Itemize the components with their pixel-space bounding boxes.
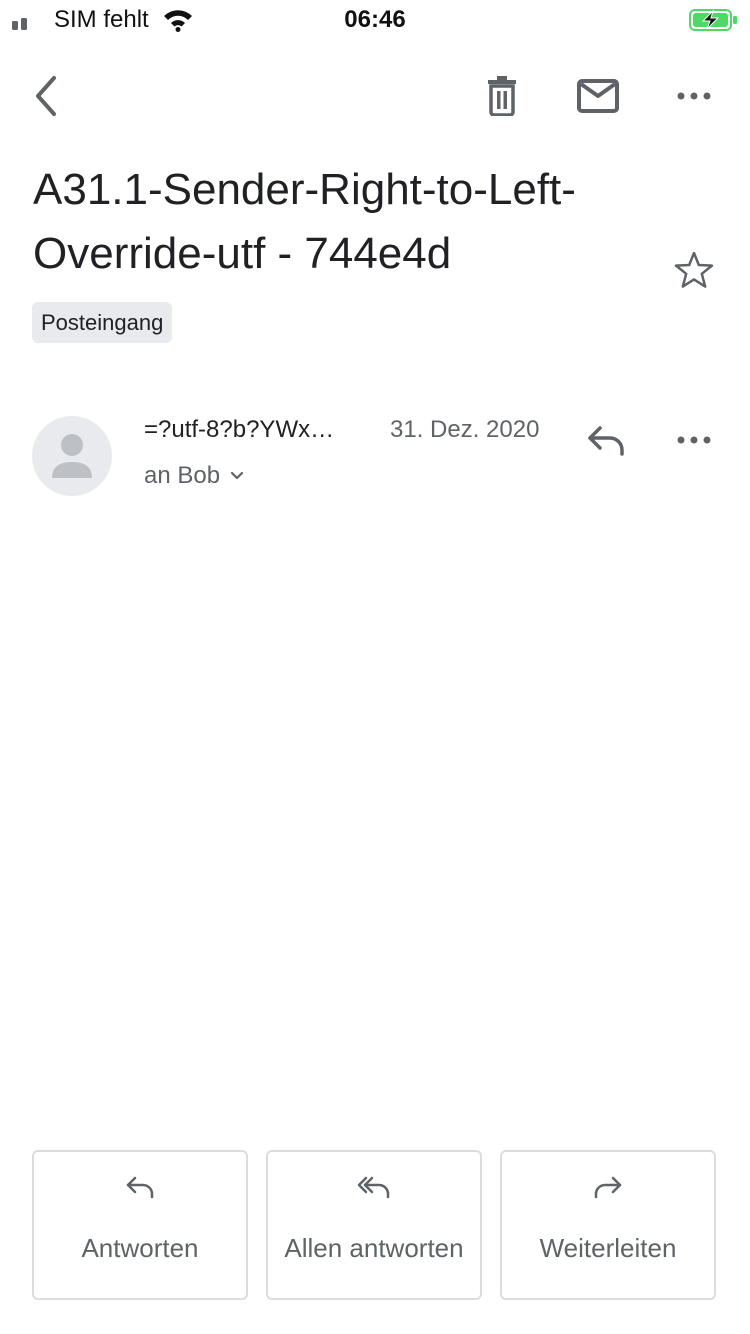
more-horizontal-icon	[677, 436, 711, 444]
more-options-button[interactable]	[668, 70, 720, 122]
forward-icon	[502, 1174, 714, 1200]
status-bar: SIM fehlt 06:46	[0, 0, 750, 40]
star-icon	[674, 251, 714, 288]
mark-unread-button[interactable]	[572, 70, 624, 122]
forward-button-label: Weiterleiten	[539, 1232, 677, 1263]
reply-icon-button[interactable]	[578, 412, 634, 468]
email-subject: A31.1-Sender-Right-to-Left-Override-utf …	[33, 165, 576, 278]
recipient-label: an Bob	[144, 462, 221, 489]
message-more-button[interactable]	[666, 412, 722, 468]
reply-all-button-label: Allen antworten	[284, 1232, 464, 1263]
battery-charging-icon	[689, 8, 739, 37]
star-button[interactable]	[666, 242, 722, 298]
reply-all-icon	[268, 1174, 480, 1200]
sender-avatar	[32, 416, 112, 496]
chevron-left-icon	[36, 76, 56, 116]
forward-button[interactable]: Weiterleiten	[500, 1150, 716, 1300]
message-date: 31. Dez. 2020	[390, 416, 540, 443]
reply-icon	[34, 1174, 246, 1200]
trash-icon	[488, 76, 516, 116]
recipient-details-toggle[interactable]: an Bob	[144, 460, 244, 492]
reply-button-label: Antworten	[81, 1232, 199, 1263]
mail-icon	[577, 79, 619, 113]
reply-button[interactable]: Antworten	[32, 1150, 248, 1300]
delete-button[interactable]	[476, 70, 528, 122]
more-horizontal-icon	[677, 92, 711, 100]
inbox-label-chip[interactable]: Posteingang	[32, 302, 173, 343]
sender-name: =?utf-8?b?YWx…	[144, 416, 335, 443]
chevron-down-icon	[230, 471, 244, 480]
back-button[interactable]	[20, 70, 70, 122]
person-icon	[52, 434, 92, 478]
clock: 06:46	[344, 6, 406, 33]
reply-all-button[interactable]: Allen antworten	[266, 1150, 482, 1300]
reply-icon	[588, 426, 624, 456]
